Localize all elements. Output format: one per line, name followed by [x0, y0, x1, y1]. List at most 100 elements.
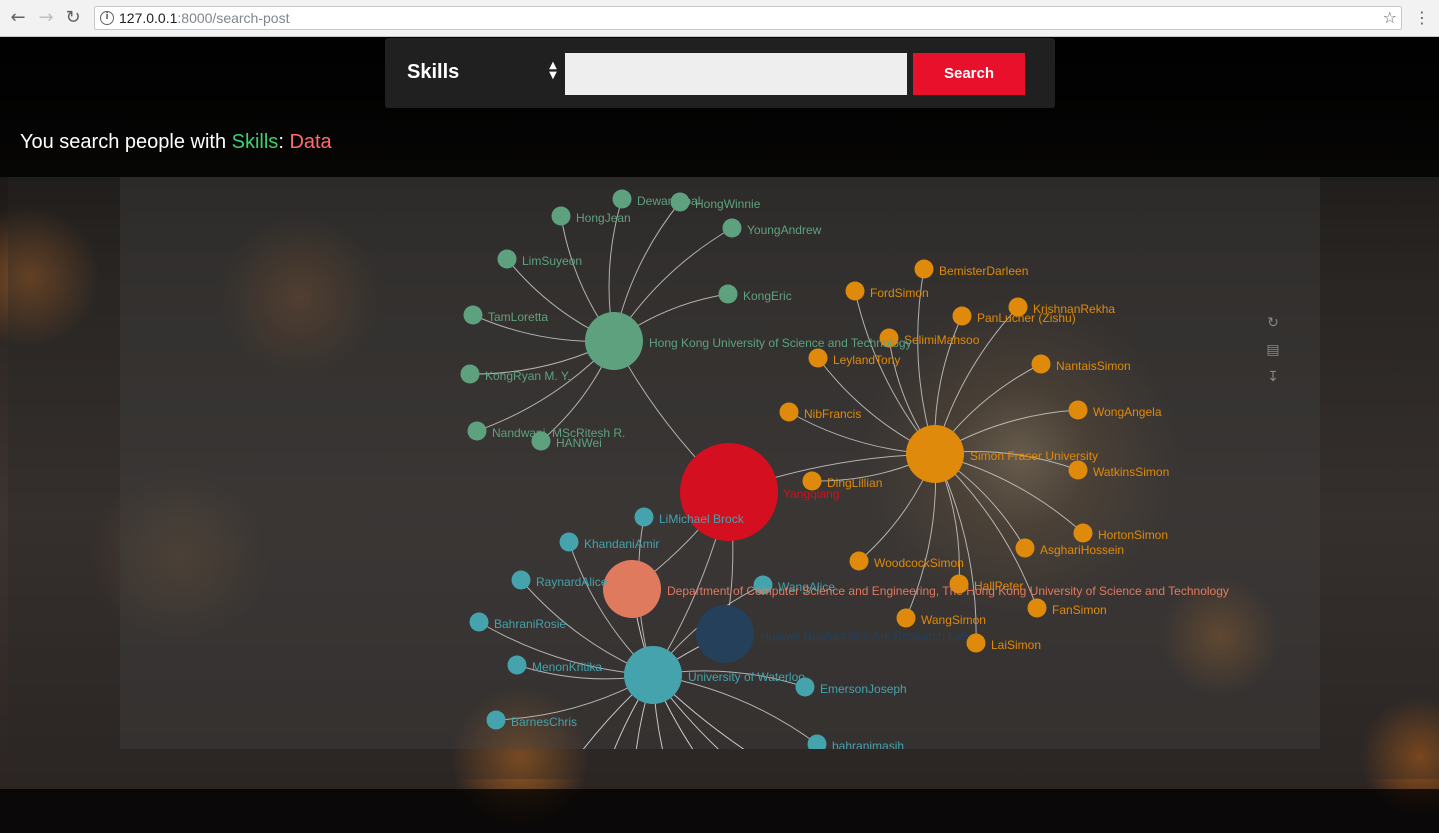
person-node[interactable]	[718, 284, 738, 304]
hub-label: Yangqiang	[783, 487, 840, 501]
hub-label: Huawei Noah&#39;s Ark Research Lab	[760, 629, 968, 643]
person-node[interactable]	[463, 305, 483, 325]
person-node[interactable]	[779, 402, 799, 422]
hub-node[interactable]	[585, 312, 643, 370]
search-button[interactable]: Search	[913, 53, 1025, 95]
address-bar[interactable]: i 127.0.0.1:8000/search-post ☆	[94, 6, 1402, 30]
person-label: HANWei	[556, 436, 602, 450]
person-node[interactable]	[845, 281, 865, 301]
hub-label: University of Waterloo	[688, 670, 805, 684]
network-graph[interactable]: DewanIqbalHongWinnie HongJean YoungAndrew L…	[120, 177, 1320, 749]
search-result-summary: You search people with Skills: Data	[20, 131, 332, 154]
person-node[interactable]	[497, 249, 517, 269]
person-label: DewanIqbal	[637, 194, 700, 208]
reload-icon[interactable]: ↻	[63, 8, 83, 28]
select-arrows-icon: ▲ ▼	[549, 60, 557, 81]
person-node[interactable]	[1073, 523, 1093, 543]
hub-node[interactable]	[680, 443, 778, 541]
person-label: bahranimasih	[832, 739, 904, 749]
hub-node[interactable]	[624, 646, 682, 704]
hub-node[interactable]	[906, 425, 964, 483]
person-label: KongRyan M. Y.	[485, 369, 571, 383]
person-label: BahraniRosie	[494, 617, 566, 631]
browser-toolbar: ← → ↻ i 127.0.0.1:8000/search-post ☆ ⋮	[0, 0, 1439, 37]
hub-node[interactable]	[603, 560, 661, 618]
person-node[interactable]	[808, 348, 828, 368]
person-node[interactable]	[1027, 598, 1047, 618]
person-node[interactable]	[1068, 460, 1088, 480]
person-node[interactable]	[914, 259, 934, 279]
hub-node[interactable]	[696, 605, 754, 663]
person-node[interactable]	[559, 532, 579, 552]
person-label: NantaisSimon	[1056, 359, 1131, 373]
person-node[interactable]	[1068, 400, 1088, 420]
person-label: FanSimon	[1052, 603, 1107, 617]
person-label: RaynardAlice	[536, 575, 608, 589]
person-label: YoungAndrew	[747, 223, 822, 237]
url-text[interactable]: 127.0.0.1:8000/search-post	[119, 10, 289, 26]
person-node[interactable]	[486, 710, 506, 730]
person-label: WangSimon	[921, 613, 986, 627]
person-node[interactable]	[511, 570, 531, 590]
back-icon[interactable]: ←	[8, 8, 28, 28]
person-label: PanLucher (Zishu)	[977, 311, 1076, 325]
person-label: LaiSimon	[991, 638, 1041, 652]
person-label: LiMichael Brock	[659, 512, 745, 526]
network-graph-panel[interactable]: DewanIqbal HongWinnie HongJean YoungAndrew L…	[120, 177, 1320, 749]
result-keyword: Skills	[231, 131, 279, 153]
bookmark-star-icon[interactable]: ☆	[1383, 8, 1397, 27]
person-label: HongWinnie	[695, 197, 761, 211]
search-form: Skills ▲ ▼ Search	[385, 38, 1055, 108]
person-node[interactable]	[634, 507, 654, 527]
result-prefix: You search people with	[20, 131, 232, 153]
restore-icon[interactable]: ↻	[1264, 314, 1282, 332]
person-label: MenonKritika	[532, 660, 602, 674]
person-label: WatkinsSimon	[1093, 465, 1169, 479]
person-label: EmersonJoseph	[820, 682, 907, 696]
person-label: NibFrancis	[804, 407, 861, 421]
person-node[interactable]	[722, 218, 742, 238]
person-label: HongJean	[576, 211, 631, 225]
result-separator: :	[278, 131, 290, 153]
hub-label: Department of Computer Science and Engin…	[667, 584, 1229, 598]
person-node[interactable]	[1015, 538, 1035, 558]
person-label: WongAngela	[1093, 405, 1162, 419]
url-path: :8000/search-post	[177, 10, 290, 26]
person-label: HortonSimon	[1098, 528, 1168, 542]
person-node[interactable]	[966, 633, 986, 653]
person-node[interactable]	[849, 551, 869, 571]
search-field-selected: Skills	[407, 61, 460, 83]
info-icon[interactable]: i	[100, 11, 114, 25]
page-background: Skills ▲ ▼ Search You search people with …	[0, 37, 1439, 833]
graph-labels: DewanIqbalHongWinnie HongJean YoungAndrew L…	[485, 194, 1229, 749]
person-node[interactable]	[507, 655, 527, 675]
person-node[interactable]	[612, 189, 632, 209]
person-node[interactable]	[467, 421, 487, 441]
person-label: AsghariHossein	[1040, 543, 1124, 557]
data-view-icon[interactable]: ▤	[1264, 341, 1282, 359]
person-node[interactable]	[460, 364, 480, 384]
person-node[interactable]	[952, 306, 972, 326]
person-node[interactable]	[807, 734, 827, 750]
url-host: 127.0.0.1	[119, 10, 178, 26]
person-label: SelimiMahsoo	[904, 333, 980, 347]
search-field-select[interactable]: Skills ▲ ▼	[399, 52, 559, 94]
result-value: Data	[289, 131, 332, 153]
person-label: WoodcockSimon	[874, 556, 964, 570]
person-label: KhandaniAmir	[584, 537, 659, 551]
forward-icon[interactable]: →	[36, 8, 56, 28]
search-input[interactable]	[565, 53, 907, 95]
footer-overlay	[0, 789, 1439, 833]
person-label: TamLoretta	[488, 310, 548, 324]
browser-menu-icon[interactable]: ⋮	[1414, 8, 1430, 27]
hub-label: Hong Kong University of Science and Tech…	[649, 336, 912, 350]
person-label: LimSuyeon	[522, 254, 582, 268]
person-label: BarnesChris	[511, 715, 577, 729]
person-node[interactable]	[896, 608, 916, 628]
person-label: KongEric	[743, 289, 792, 303]
hub-label: Simon Fraser University	[970, 449, 1098, 463]
person-node[interactable]	[551, 206, 571, 226]
person-node[interactable]	[469, 612, 489, 632]
save-image-icon[interactable]: ↧	[1264, 368, 1282, 386]
person-node[interactable]	[1031, 354, 1051, 374]
